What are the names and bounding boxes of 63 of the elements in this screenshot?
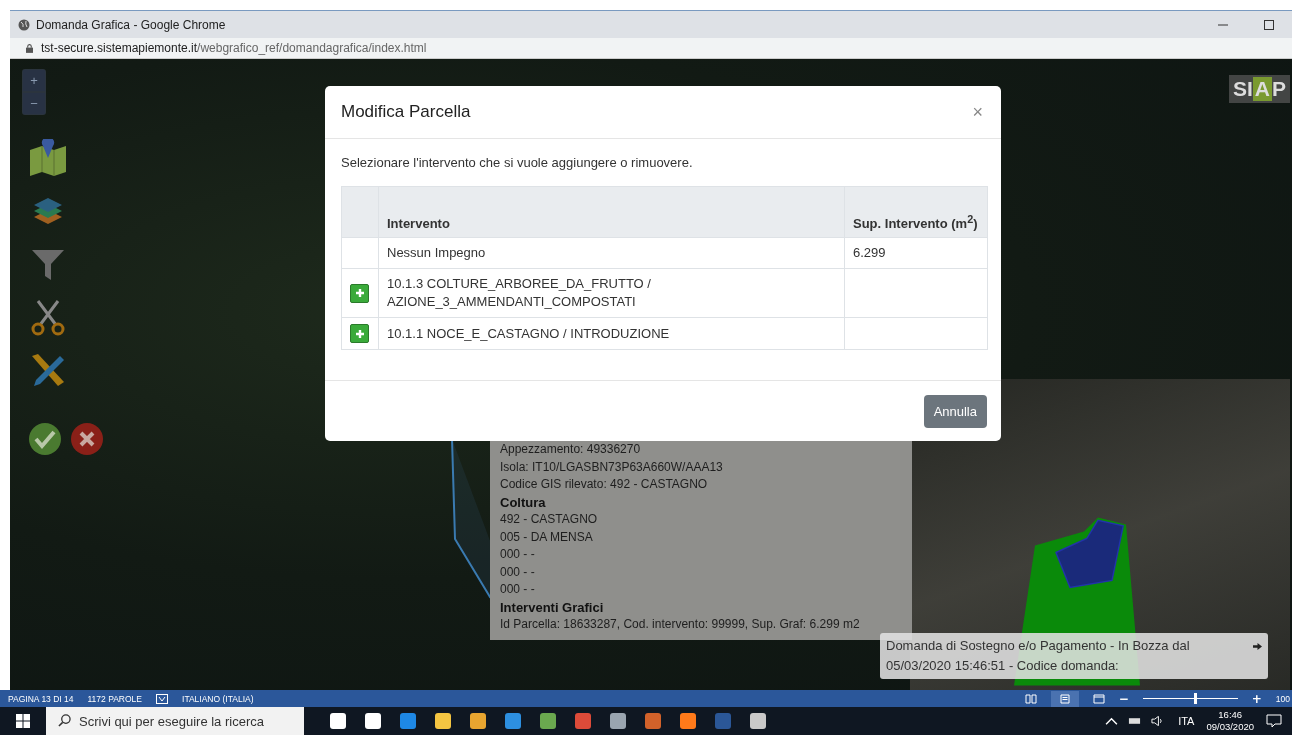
- info-line: Appezzamento: 49336270: [500, 441, 642, 458]
- zoom-in-button[interactable]: +: [1251, 691, 1262, 706]
- close-button[interactable]: ×: [970, 101, 985, 123]
- window-title: Domanda Grafica - Google Chrome: [36, 17, 226, 32]
- language-status: ITALIANO (ITALIA): [182, 693, 254, 704]
- table-cell: 6.299: [844, 237, 988, 269]
- info-line: 492 - CASTAGNO: [500, 511, 599, 528]
- map-pin-icon[interactable]: [28, 139, 68, 177]
- table-cell: [341, 237, 379, 269]
- search-icon: [58, 714, 71, 727]
- read-mode-icon[interactable]: [1024, 693, 1037, 704]
- info-line: 000 - -: [500, 581, 536, 598]
- volume-icon[interactable]: [1151, 716, 1165, 726]
- info-line: 000 - -: [500, 563, 536, 581]
- table-cell: Nessun Impegno: [378, 237, 845, 269]
- plus-icon: [353, 327, 366, 340]
- clock-date: 09/03/2020: [1206, 721, 1254, 733]
- notification-icon[interactable]: [1266, 714, 1282, 728]
- chevron-up-icon[interactable]: [1105, 716, 1119, 726]
- lock-icon: [26, 43, 33, 53]
- check-icon[interactable]: [28, 422, 62, 456]
- add-button[interactable]: [350, 324, 369, 343]
- info-line: Id Parcella: 18633287, Cod. intervento: 99999, Sup. Graf: 6.299 m2: [500, 616, 861, 633]
- url-text: tst-secure.sistemapiemonte.it/webgrafico_ref/domandagrafica/index.html: [41, 41, 427, 55]
- add-button[interactable]: [350, 283, 369, 303]
- zoom-in-button[interactable]: +: [23, 70, 45, 91]
- web-layout-icon[interactable]: [1092, 693, 1105, 704]
- proofing-icon[interactable]: [156, 693, 168, 704]
- modal-title: Modifica Parcella: [341, 102, 471, 122]
- instruction-text: Selezionare l'intervento che si vuole aggiungere o rimuovere.: [341, 155, 694, 170]
- cancel-icon[interactable]: [70, 422, 104, 456]
- table-cell: 10.1.1 NOCE_E_CASTAGNO / INTRODUZIONE: [378, 317, 845, 350]
- column-header: Sup. Intervento (m$^{2}$): [844, 186, 988, 238]
- network-icon[interactable]: [1128, 716, 1142, 726]
- notice-text: Domanda di Sostegno e/o Pagamento - In Bozza dal 05/03/2020 15:46:51 - Codice domanda:: [886, 637, 1191, 675]
- page-count: PAGINA 13 DI 14: [8, 693, 74, 704]
- search-field[interactable]: Scrivi qui per eseguire la ricerca: [46, 707, 304, 735]
- column-header: [341, 186, 379, 238]
- address-bar[interactable]: tst-secure.sistemapiemonte.it/webgrafico_ref/domandagrafica/index.html: [10, 38, 1292, 59]
- satellite-map[interactable]: [10, 59, 1292, 690]
- plus-icon: [353, 287, 366, 299]
- info-line: Isola: IT10/LGASBN73P63A660W/AAA13: [500, 458, 724, 476]
- zoom-out-button[interactable]: −: [23, 93, 45, 114]
- info-line: 005 - DA MENSA: [500, 528, 594, 546]
- slider-thumb[interactable]: [1194, 693, 1197, 704]
- column-header: Intervento: [378, 186, 845, 238]
- arrow-icon[interactable]: [1253, 642, 1262, 651]
- print-layout-icon[interactable]: [1050, 690, 1079, 707]
- siap-logo: SIAP: [1228, 75, 1290, 103]
- info-heading: Interventi Grafici: [500, 598, 605, 616]
- maximize-icon: [1264, 19, 1274, 30]
- input-language[interactable]: ITA: [1178, 715, 1195, 727]
- zoom-level: 100: [1275, 693, 1290, 704]
- info-heading: Coltura: [500, 493, 547, 511]
- info-line: Codice GIS rilevato: 492 - CASTAGNO: [500, 476, 709, 493]
- windows-start-icon[interactable]: [16, 714, 30, 728]
- cancel-button[interactable]: Annulla: [923, 394, 987, 428]
- zoom-out-button[interactable]: −: [1118, 691, 1129, 706]
- info-line: 000 - -: [500, 546, 536, 563]
- table-cell: 10.1.3 COLTURE_ARBOREE_DA_FRUTTO / AZIONE_3_AMMENDANTI_COMPOSTATI: [378, 268, 845, 318]
- word-count: 1172 PAROLE: [87, 693, 142, 704]
- globe-icon: [18, 18, 30, 31]
- clock-time: 16:46: [1218, 709, 1243, 721]
